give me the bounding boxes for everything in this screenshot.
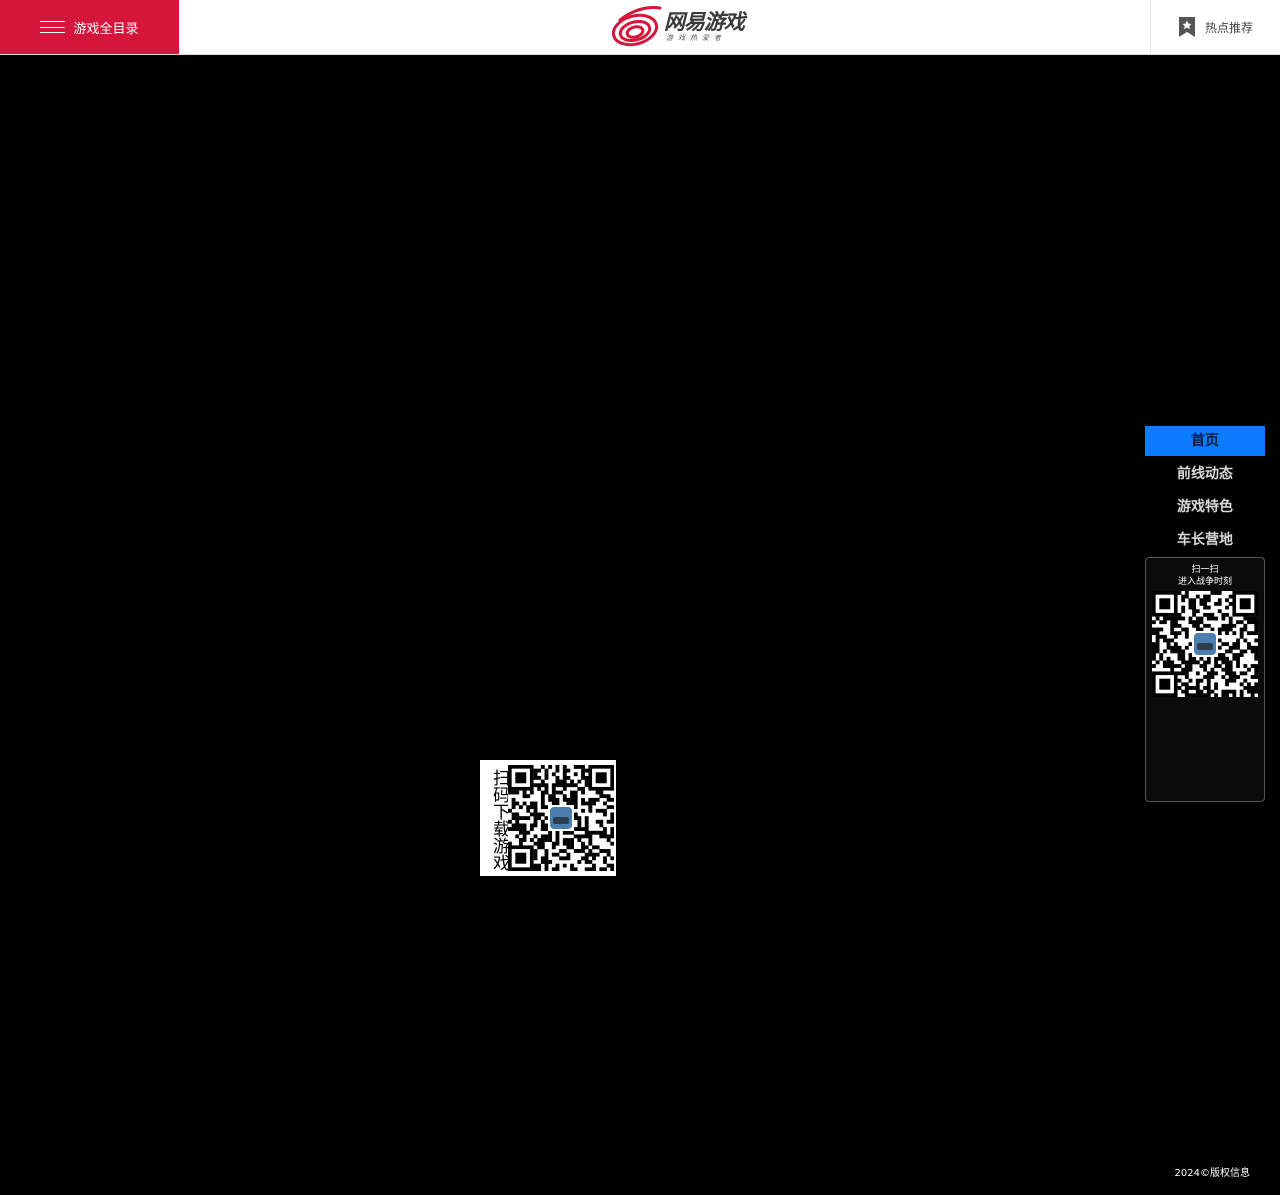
side-qr-panel: 扫一扫 进入战争时刻 — [1145, 557, 1265, 802]
nav-item-frontline-news[interactable]: 前线动态 — [1145, 459, 1265, 489]
game-directory-button[interactable]: 游戏全目录 — [0, 0, 179, 54]
hot-recommend-label: 热点推荐 — [1204, 20, 1253, 35]
download-qr-code — [508, 765, 614, 871]
download-qr-card: 扫码下载游戏 — [480, 760, 616, 876]
logo-slogan: 游戏热爱者 — [666, 33, 726, 42]
side-qr-code — [1152, 591, 1258, 697]
nav-item-commander-camp[interactable]: 车长营地 — [1145, 525, 1265, 555]
bookmark-star-icon — [1178, 17, 1195, 37]
copyright-link[interactable]: 2024©版权信息 — [1175, 1164, 1250, 1179]
netease-swirl-icon — [611, 6, 662, 47]
qr-pattern — [508, 765, 614, 871]
logo-text: 网易游戏 — [664, 9, 745, 34]
qr-panel-title: 扫一扫 — [1191, 565, 1219, 575]
qr-pattern — [1152, 591, 1258, 697]
netease-games-logo[interactable]: 网易游戏 游戏热爱者 — [610, 4, 745, 48]
top-bar: 游戏全目录 网易游戏 游戏热爱者 热点推荐 — [0, 0, 1280, 55]
side-nav: 首页 前线动态 游戏特色 车长营地 — [1145, 426, 1265, 558]
hamburger-icon — [40, 21, 66, 33]
nav-item-home[interactable]: 首页 — [1145, 426, 1265, 456]
hot-recommend-button[interactable]: 热点推荐 — [1150, 0, 1280, 54]
download-label: 扫码下载游戏 — [489, 769, 509, 871]
qr-panel-subtitle: 进入战争时刻 — [1177, 577, 1232, 587]
nav-item-game-features[interactable]: 游戏特色 — [1145, 492, 1265, 522]
game-directory-label: 游戏全目录 — [73, 21, 139, 37]
